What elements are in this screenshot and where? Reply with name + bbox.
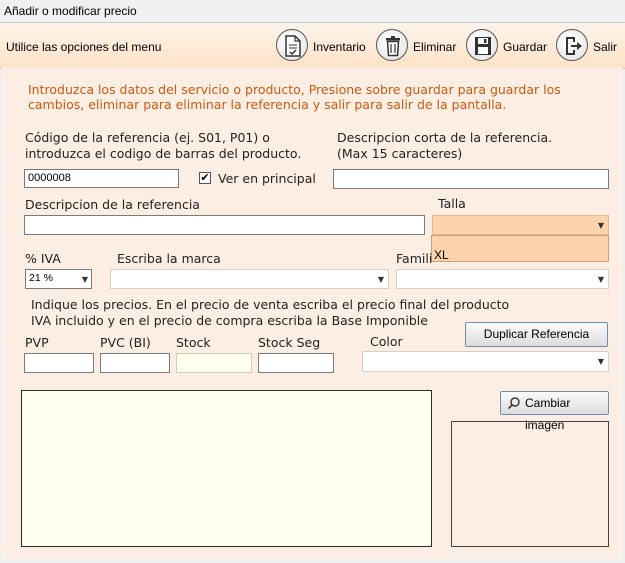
- marca-label: Escriba la marca: [117, 251, 221, 266]
- toolbar-hint: Utilice las opciones del menu: [6, 40, 162, 54]
- codigo-input[interactable]: 0000008: [24, 169, 179, 188]
- inventario-button[interactable]: Inventario: [276, 27, 371, 65]
- marca-dropdown[interactable]: ▼: [110, 269, 389, 289]
- iva-select[interactable]: 21 % ▼: [25, 269, 92, 289]
- stock-seg-input[interactable]: [258, 353, 334, 373]
- eliminar-label: Eliminar: [413, 40, 457, 54]
- talla-label: Talla: [438, 196, 466, 211]
- product-image-frame: [451, 421, 609, 547]
- descripcion-label: Descripcion de la referencia: [25, 197, 200, 212]
- stock-label: Stock: [176, 335, 211, 350]
- pvp-label: PVP: [25, 335, 49, 350]
- guardar-button[interactable]: Guardar: [466, 27, 550, 65]
- inventario-label: Inventario: [313, 40, 366, 54]
- trash-icon: [376, 29, 408, 61]
- precios-info-line1: Indique los precios. En el precio de ven…: [31, 297, 510, 312]
- salir-label: Salir: [593, 40, 618, 54]
- codigo-label-line1: Código de la referencia (ej. S01, P01) o: [25, 130, 270, 145]
- chevron-down-icon: ▼: [81, 275, 88, 284]
- window-title: Añadir o modificar precio: [0, 0, 625, 22]
- color-label: Color: [370, 334, 403, 349]
- desc-corta-label-line1: Descripcion corta de la referencia.: [337, 130, 553, 145]
- intro-text-line1: Introduzca los datos del servicio o prod…: [28, 82, 561, 97]
- chevron-down-icon: ▼: [597, 357, 604, 366]
- document-check-icon: [276, 29, 308, 61]
- toolbar: Utilice las opciones del menu Inventario…: [0, 22, 625, 69]
- desc-corta-label-line2: (Max 15 caracteres): [337, 146, 463, 161]
- pvc-input[interactable]: [100, 353, 170, 373]
- chevron-down-icon: ▼: [597, 221, 604, 230]
- descripcion-input[interactable]: [24, 215, 425, 235]
- guardar-label: Guardar: [503, 40, 548, 54]
- talla-dropdown-list: XL: [431, 235, 609, 262]
- familia-label: Famili: [396, 251, 433, 266]
- cambiar-imagen-button[interactable]: Cambiar imagen: [500, 391, 609, 432]
- intro-text-line2: cambios, eliminar para eliminar la refer…: [28, 97, 507, 112]
- eliminar-button[interactable]: Eliminar: [376, 27, 460, 65]
- color-dropdown[interactable]: ▼: [362, 351, 609, 372]
- magnifier-icon: [507, 395, 521, 410]
- pvc-label: PVC (BI): [100, 335, 151, 350]
- exit-icon: [556, 29, 588, 61]
- pvp-input[interactable]: [24, 353, 94, 373]
- codigo-value: 0000008: [28, 172, 71, 184]
- iva-value: 21 %: [29, 272, 53, 284]
- salir-button[interactable]: Salir: [556, 27, 622, 65]
- ver-principal-checkbox[interactable]: ✔: [199, 172, 211, 184]
- duplicar-referencia-button[interactable]: Duplicar Referencia: [465, 322, 608, 347]
- precios-info-line2: IVA incluido y en el precio de compra es…: [31, 313, 428, 328]
- codigo-label-line2: introduzca el codigo de barras del produ…: [25, 146, 302, 161]
- talla-option-xl[interactable]: XL: [434, 248, 449, 262]
- iva-label: % IVA: [25, 251, 61, 266]
- stock-input: [176, 353, 252, 373]
- familia-dropdown[interactable]: ▼: [396, 269, 609, 289]
- stock-seg-label: Stock Seg: [258, 335, 321, 350]
- ver-principal-label: Ver en principal: [218, 171, 316, 186]
- chevron-down-icon: ▼: [377, 275, 384, 284]
- chevron-down-icon: ▼: [597, 275, 604, 284]
- notes-textarea[interactable]: [21, 390, 432, 547]
- save-icon: [466, 29, 498, 61]
- talla-dropdown[interactable]: ▼: [432, 215, 609, 235]
- desc-corta-input[interactable]: [333, 169, 609, 189]
